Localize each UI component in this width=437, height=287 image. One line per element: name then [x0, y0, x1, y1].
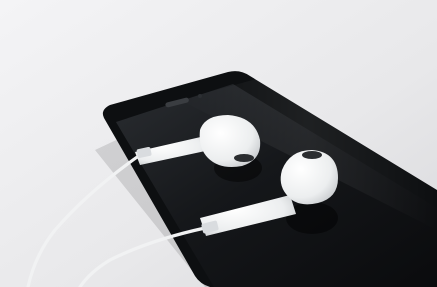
camera-dot — [198, 94, 202, 98]
earbud-reflection-2 — [286, 202, 338, 234]
earbuds-smartphone-photo — [0, 0, 437, 287]
photo-scene — [0, 0, 437, 287]
earbud-1-grille — [234, 154, 254, 162]
earbud-2-grille — [302, 151, 322, 159]
